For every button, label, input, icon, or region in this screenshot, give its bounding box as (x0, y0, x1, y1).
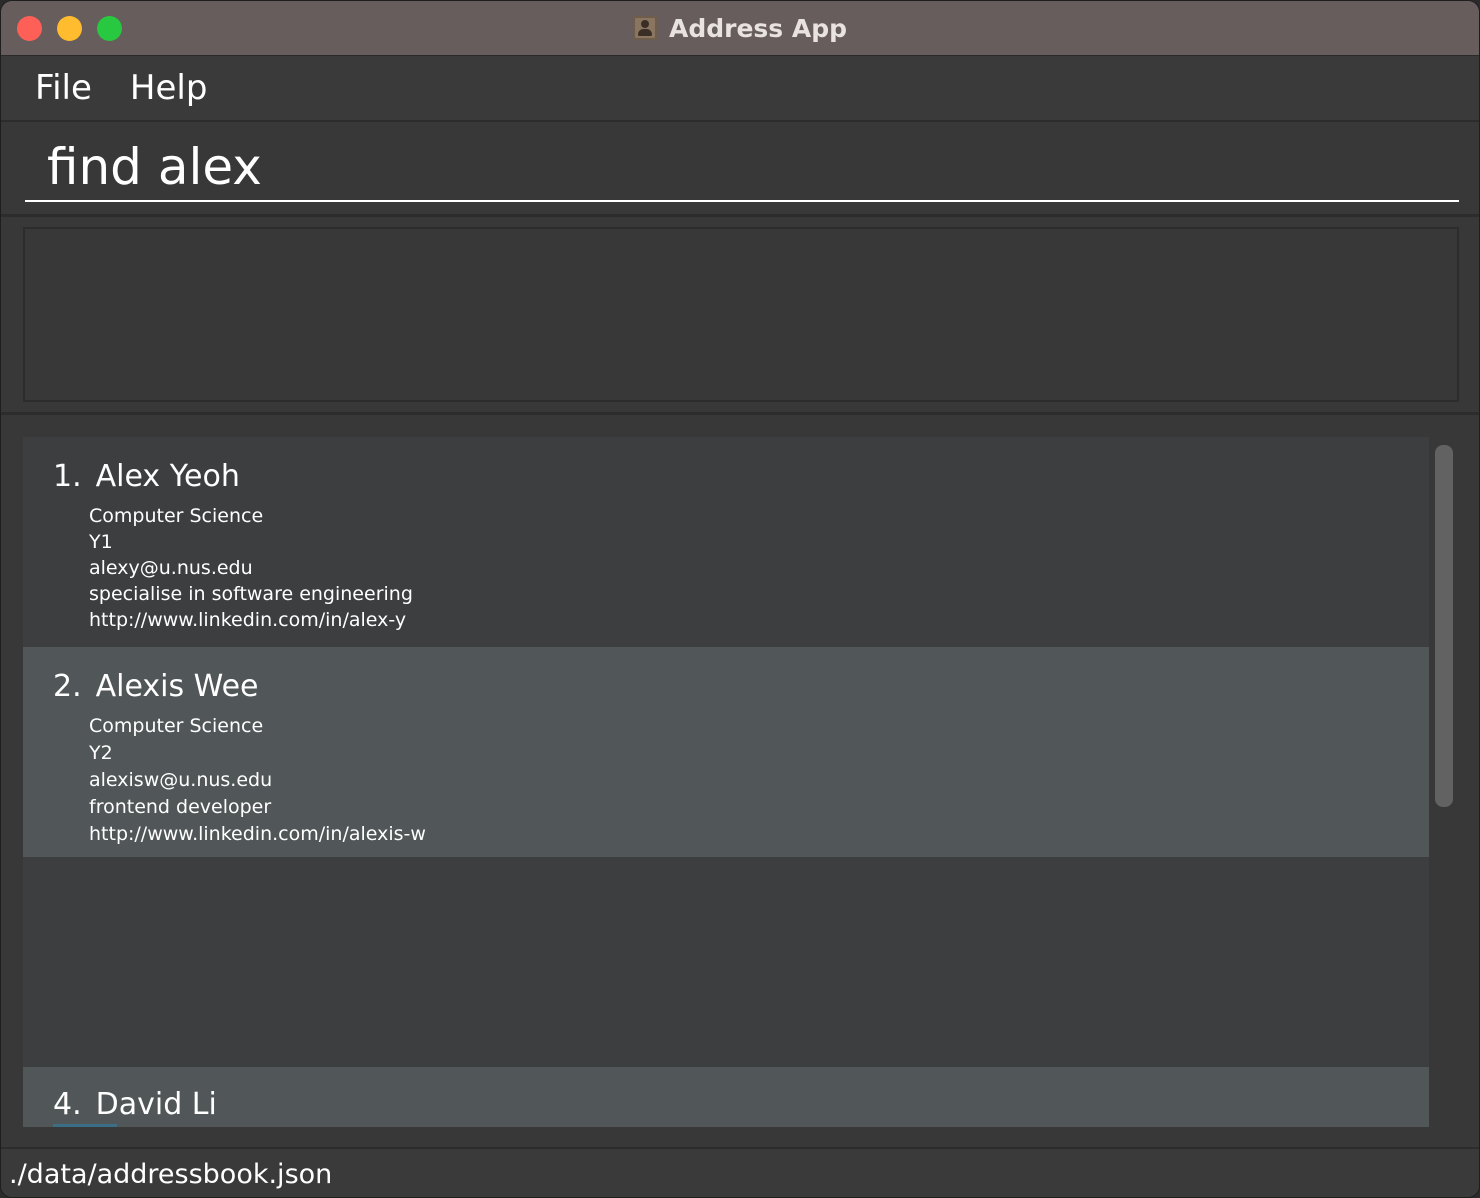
person-card-empty (23, 857, 1429, 1067)
person-email: alexisw@u.nus.edu (89, 769, 273, 791)
person-index: 2. (53, 669, 82, 704)
status-file-path: ./data/addressbook.json (9, 1159, 333, 1190)
menu-help[interactable]: Help (130, 68, 208, 108)
person-major: Computer Science (89, 505, 264, 527)
person-fields: Computer Science Y2 alexisw@u.nus.edu fr… (89, 713, 426, 848)
person-email: alexy@u.nus.edu (89, 557, 253, 579)
person-card[interactable]: 2. Alexis Wee Computer Science Y2 alexisw… (23, 647, 1429, 857)
person-card-header: 4. David Li (53, 1087, 217, 1122)
person-linkedin: http://www.linkedin.com/in/alexis-w (89, 823, 426, 845)
result-display-area (1, 217, 1479, 415)
person-fields: Computer Science Y1 alexy@u.nus.edu spec… (89, 503, 413, 633)
command-box-area (1, 122, 1479, 217)
person-card-header: 2. Alexis Wee (53, 669, 259, 704)
window-title: Address App (668, 13, 848, 43)
person-year: Y2 (89, 742, 113, 764)
person-index: 1. (53, 459, 82, 494)
list-scrollbar[interactable] (1431, 437, 1457, 1127)
person-description: frontend developer (89, 796, 272, 818)
menu-bar: File Help (1, 56, 1479, 122)
person-description: specialise in software engineering (89, 583, 413, 605)
person-list[interactable]: 1. Alex Yeoh Computer Science Y1 alexy@u.… (23, 437, 1429, 1127)
address-book-icon (632, 16, 657, 40)
command-input[interactable] (25, 134, 1459, 202)
list-scrollbar-thumb[interactable] (1435, 445, 1453, 807)
menu-file[interactable]: File (35, 68, 92, 108)
title-wrap: Address App (1, 1, 1479, 55)
person-name: David Li (95, 1087, 217, 1122)
tag-strip (53, 1124, 117, 1127)
person-linkedin: http://www.linkedin.com/in/alex-y (89, 609, 407, 631)
person-card-header: 1. Alex Yeoh (53, 459, 240, 494)
title-bar[interactable]: Address App (1, 1, 1479, 56)
person-year: Y1 (89, 531, 113, 553)
status-bar: ./data/addressbook.json (1, 1147, 1479, 1197)
person-list-area: 1. Alex Yeoh Computer Science Y1 alexy@u.… (1, 415, 1479, 1147)
person-card[interactable]: 1. Alex Yeoh Computer Science Y1 alexy@u.… (23, 437, 1429, 647)
app-window: Address App File Help 1. Alex Yeoh Comput… (0, 0, 1480, 1198)
person-index: 4. (53, 1087, 82, 1122)
person-name: Alex Yeoh (95, 459, 240, 494)
person-name: Alexis Wee (95, 669, 259, 704)
result-display[interactable] (23, 227, 1459, 402)
person-card[interactable]: 4. David Li (23, 1067, 1429, 1127)
person-major: Computer Science (89, 715, 264, 737)
